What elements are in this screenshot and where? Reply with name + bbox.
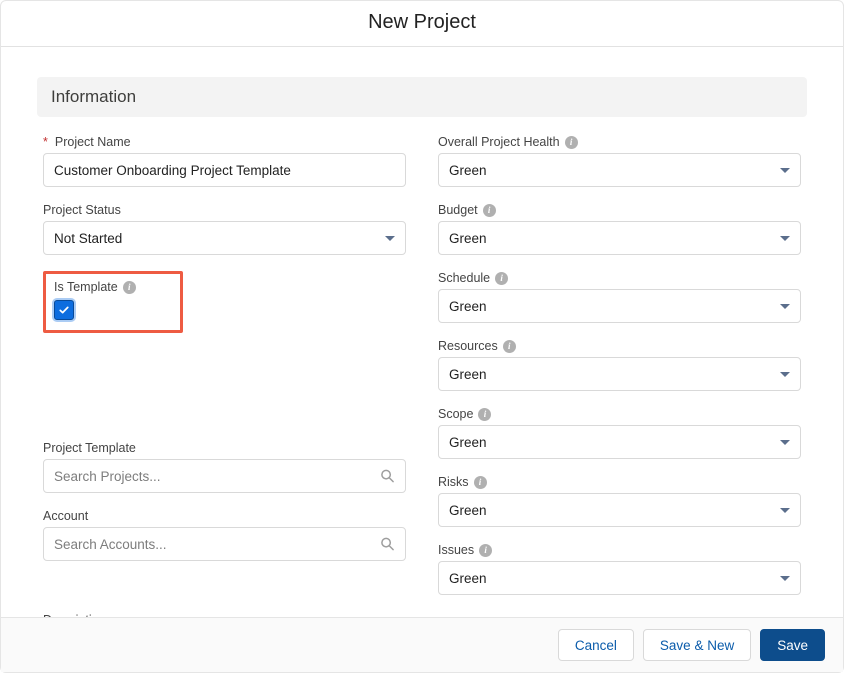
save-button[interactable]: Save: [760, 629, 825, 661]
info-icon[interactable]: i: [503, 340, 516, 353]
field-resources: Resources i Green: [438, 339, 801, 391]
chevron-down-icon: [780, 372, 790, 377]
search-icon: [380, 469, 395, 484]
info-icon[interactable]: i: [474, 476, 487, 489]
form-scroll-area[interactable]: Information * Project Name Project Statu…: [1, 47, 843, 617]
label-issues: Issues i: [438, 543, 801, 557]
chevron-down-icon: [780, 168, 790, 173]
field-project-status: Project Status Not Started: [43, 203, 406, 255]
info-icon[interactable]: i: [478, 408, 491, 421]
label-account: Account: [43, 509, 406, 523]
chevron-down-icon: [780, 508, 790, 513]
field-issues: Issues i Green: [438, 543, 801, 595]
lookup-account[interactable]: Search Accounts...: [43, 527, 406, 561]
info-icon[interactable]: i: [565, 136, 578, 149]
field-risks: Risks i Green: [438, 475, 801, 527]
field-overall-health: Overall Project Health i Green: [438, 135, 801, 187]
modal-footer: Cancel Save & New Save: [1, 617, 843, 672]
chevron-down-icon: [780, 304, 790, 309]
field-schedule: Schedule i Green: [438, 271, 801, 323]
info-icon[interactable]: i: [495, 272, 508, 285]
left-column: * Project Name Project Status Not Starte…: [43, 135, 406, 595]
spacer: [43, 349, 406, 425]
label-risks: Risks i: [438, 475, 801, 489]
info-icon[interactable]: i: [479, 544, 492, 557]
field-scope: Scope i Green: [438, 407, 801, 459]
label-budget: Budget i: [438, 203, 801, 217]
form-grid: * Project Name Project Status Not Starte…: [37, 135, 807, 595]
label-resources: Resources i: [438, 339, 801, 353]
save-and-new-button[interactable]: Save & New: [643, 629, 751, 661]
chevron-down-icon: [780, 576, 790, 581]
chevron-down-icon: [780, 236, 790, 241]
new-project-modal: New Project Information * Project Name P…: [0, 0, 844, 673]
label-project-template: Project Template: [43, 441, 406, 455]
label-project-status: Project Status: [43, 203, 406, 217]
select-overall-health[interactable]: Green: [438, 153, 801, 187]
cancel-button[interactable]: Cancel: [558, 629, 634, 661]
required-star: *: [43, 135, 48, 149]
section-information-heading: Information: [37, 77, 807, 117]
search-icon: [380, 537, 395, 552]
highlight-is-template: Is Template i: [43, 271, 183, 333]
select-resources[interactable]: Green: [438, 357, 801, 391]
modal-title: New Project: [1, 11, 843, 34]
field-account: Account Search Accounts...: [43, 509, 406, 561]
label-schedule: Schedule i: [438, 271, 801, 285]
select-risks[interactable]: Green: [438, 493, 801, 527]
select-budget[interactable]: Green: [438, 221, 801, 255]
select-schedule[interactable]: Green: [438, 289, 801, 323]
label-description: Description: [37, 613, 807, 617]
field-budget: Budget i Green: [438, 203, 801, 255]
field-project-name: * Project Name: [43, 135, 406, 187]
chevron-down-icon: [385, 236, 395, 241]
label-project-name: * Project Name: [43, 135, 406, 149]
info-icon[interactable]: i: [123, 281, 136, 294]
label-overall-health: Overall Project Health i: [438, 135, 801, 149]
right-column: Overall Project Health i Green Budget i …: [438, 135, 801, 595]
label-is-template: Is Template i: [54, 280, 170, 294]
select-project-status[interactable]: Not Started: [43, 221, 406, 255]
label-scope: Scope i: [438, 407, 801, 421]
check-icon: [58, 304, 70, 316]
lookup-project-template[interactable]: Search Projects...: [43, 459, 406, 493]
select-scope[interactable]: Green: [438, 425, 801, 459]
chevron-down-icon: [780, 440, 790, 445]
info-icon[interactable]: i: [483, 204, 496, 217]
modal-header: New Project: [1, 1, 843, 46]
select-issues[interactable]: Green: [438, 561, 801, 595]
field-project-template: Project Template Search Projects...: [43, 441, 406, 493]
checkbox-is-template[interactable]: [54, 300, 74, 320]
input-project-name[interactable]: [43, 153, 406, 187]
